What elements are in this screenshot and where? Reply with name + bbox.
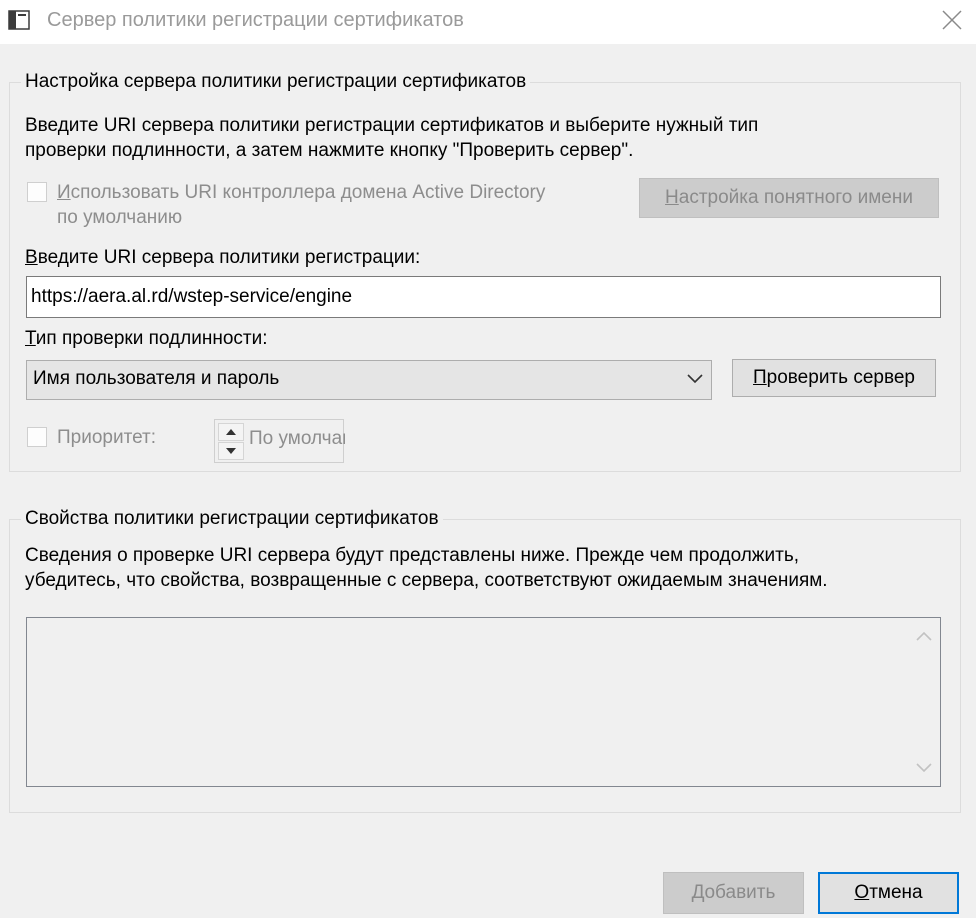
properties-info-line1: Сведения о проверке URI сервера будут пр…	[25, 545, 800, 566]
window-title: Сервер политики регистрации сертификатов	[47, 9, 464, 31]
priority-spinner[interactable]: По умолчанию	[214, 419, 345, 463]
scroll-down-icon[interactable]	[916, 762, 932, 774]
caret-down-icon	[226, 448, 236, 454]
chevron-down-icon	[687, 374, 703, 384]
vertical-scrollbar[interactable]	[908, 618, 940, 786]
validate-server-button[interactable]: Проверить сервер	[732, 359, 936, 397]
priority-value: По умолчанию	[249, 428, 345, 449]
use-ad-uri-label: Использовать URI контроллера домена Acti…	[57, 182, 546, 203]
scroll-up-icon[interactable]	[916, 630, 932, 642]
properties-list[interactable]	[26, 617, 941, 787]
spinner-up-button[interactable]	[218, 423, 244, 441]
priority-label: Приоритет:	[57, 427, 156, 448]
properties-info-line2: убедитесь, что свойства, возвращенные с …	[25, 570, 828, 591]
window-app-icon	[8, 10, 30, 30]
use-ad-uri-label-line2: по умолчанию	[57, 207, 183, 228]
title-bar: Сервер политики регистрации сертификатов	[0, 0, 976, 44]
uri-label: Введите URI сервера политики регистрации…	[25, 247, 421, 268]
auth-type-selected: Имя пользователя и пароль	[33, 368, 280, 389]
cancel-button[interactable]: Отмена	[818, 872, 959, 914]
config-instructions-line2: проверки подлинности, а затем нажмите кн…	[25, 140, 634, 161]
config-group-legend: Настройка сервера политики регистрации с…	[21, 71, 531, 93]
auth-type-label: Тип проверки подлинности:	[25, 328, 268, 349]
config-instructions-line1: Введите URI сервера политики регистрации…	[25, 115, 759, 136]
add-button[interactable]: Добавить	[663, 872, 804, 914]
close-button[interactable]	[928, 0, 976, 40]
use-ad-uri-checkbox[interactable]	[27, 182, 47, 202]
auth-type-select[interactable]: Имя пользователя и пароль	[26, 360, 712, 400]
properties-group-legend: Свойства политики регистрации сертификат…	[21, 508, 443, 530]
close-icon	[942, 10, 962, 30]
priority-checkbox[interactable]	[27, 427, 47, 447]
uri-input[interactable]	[26, 276, 941, 318]
friendly-name-button[interactable]: Настройка понятного имени	[639, 178, 939, 218]
spinner-down-button[interactable]	[218, 442, 244, 460]
caret-up-icon	[226, 429, 236, 435]
